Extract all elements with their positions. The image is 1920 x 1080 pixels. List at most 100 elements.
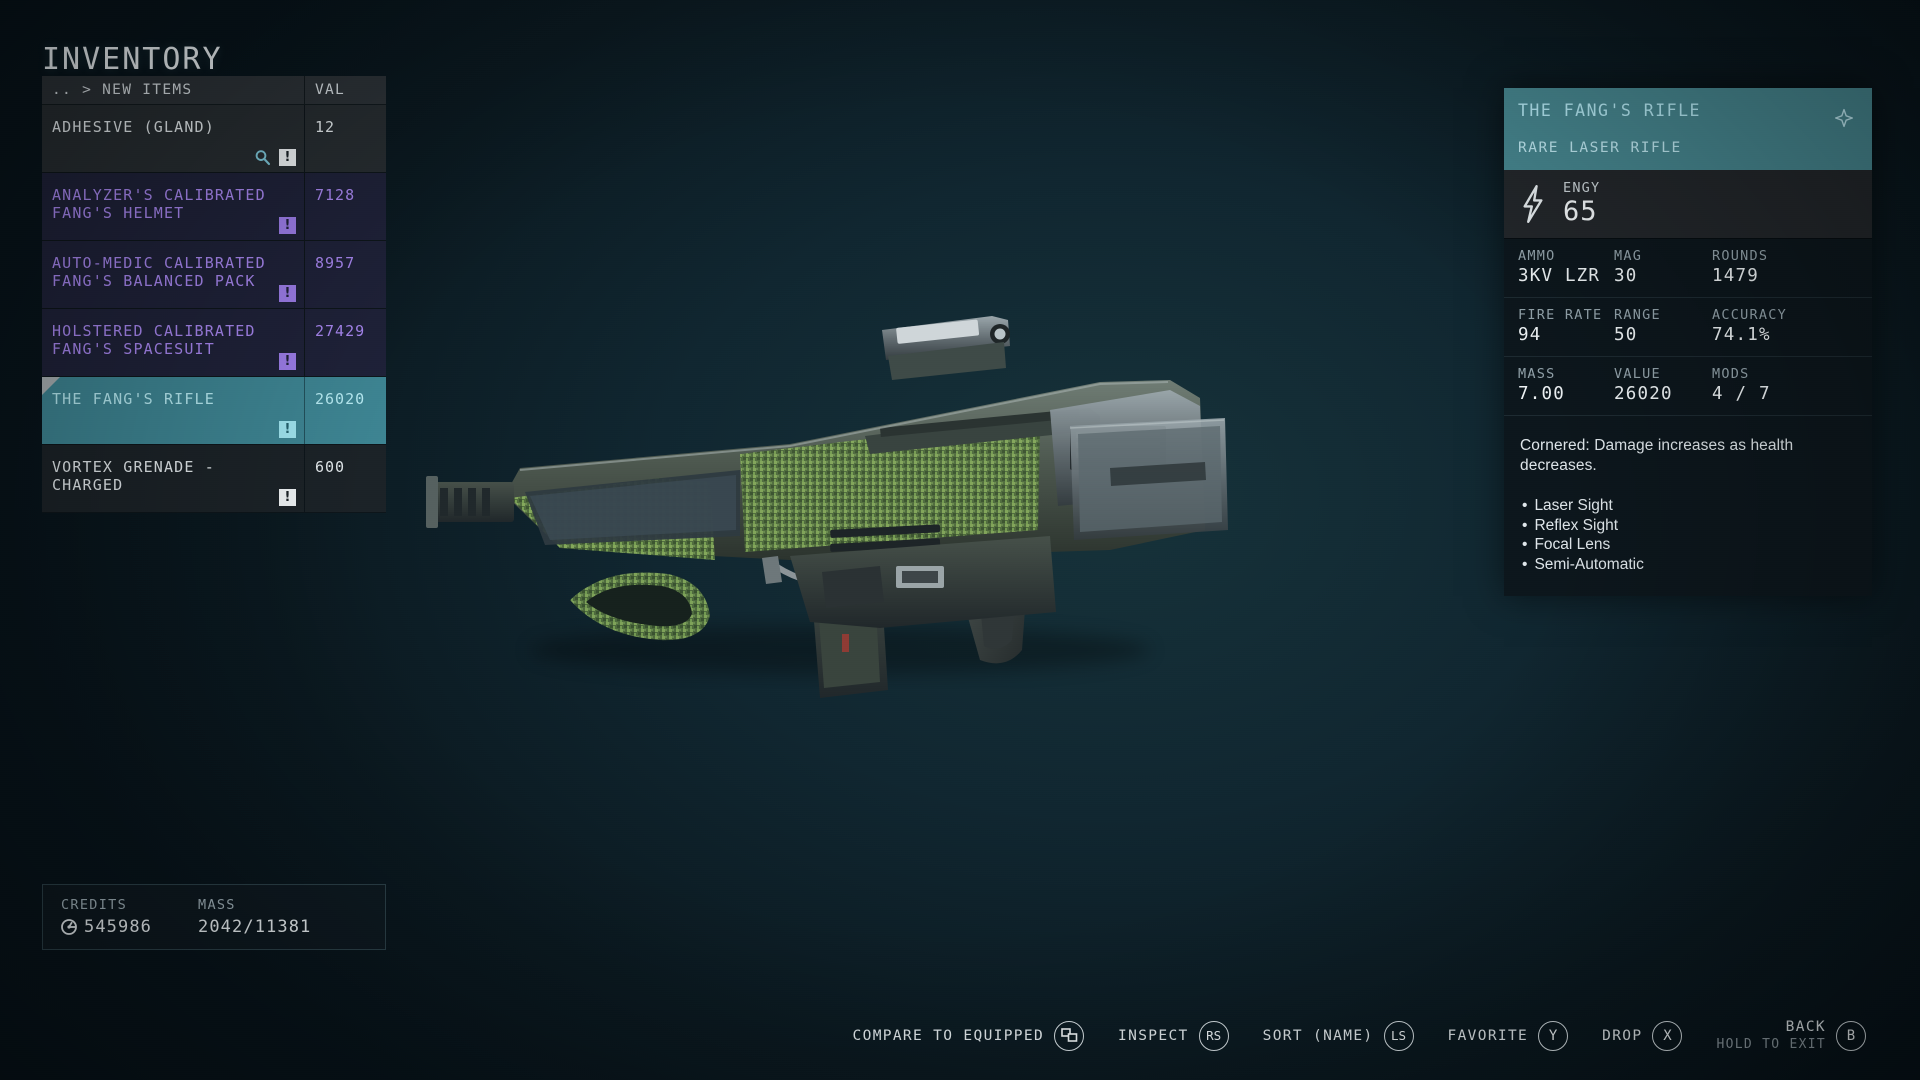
stat-value: 94	[1518, 325, 1542, 345]
bullet-icon: •	[1522, 536, 1528, 553]
stats-grid: AMMO 3KV LZR MAG 30 ROUNDS 1479 FIRE RATE 94 RAN…	[1504, 239, 1872, 416]
item-name: AUTO-MEDIC CALIBRATED FANG'S BALANCED PA…	[52, 254, 266, 290]
stat-row: FIRE RATE 94 RANGE 50 ACCURACY 74.1%	[1504, 298, 1872, 357]
bullet-icon: •	[1522, 516, 1528, 534]
energy-bolt-icon	[1523, 184, 1543, 223]
prompt-drop[interactable]: DROP X	[1602, 1020, 1683, 1051]
table-row[interactable]: VORTEX GRENADE - CHARGED! 600	[42, 445, 386, 513]
prompt-label: DROP	[1602, 1027, 1643, 1044]
stat-label: MODS	[1712, 366, 1750, 382]
stat-label: ACCURACY	[1712, 307, 1788, 323]
prompt-label-wrap: BACK HOLD TO EXIT	[1716, 1019, 1826, 1052]
compare-windows-icon	[1060, 1028, 1077, 1042]
column-header-value[interactable]: VAL	[304, 76, 386, 104]
item-name-cell: AUTO-MEDIC CALIBRATED FANG'S BALANCED PA…	[42, 241, 304, 308]
new-item-badge: !	[279, 489, 296, 506]
damage-type-label: ENGY	[1563, 180, 1601, 196]
item-name-cell: ANALYZER'S CALIBRATED FANG'S HELMET!	[42, 173, 304, 240]
prompt-sort-name[interactable]: SORT (NAME) LS	[1263, 1020, 1414, 1051]
item-value: 600	[315, 458, 346, 476]
stat-label: VALUE	[1614, 366, 1661, 382]
stat-value: 50	[1614, 325, 1638, 345]
item-name: ADHESIVE (GLAND)	[52, 118, 215, 136]
row-badges: !	[279, 421, 296, 438]
mod-name: Semi-Automatic	[1534, 555, 1644, 573]
stat-cell: ACCURACY 74.1%	[1712, 307, 1787, 345]
damage-value: 65	[1563, 196, 1598, 227]
table-row[interactable]: AUTO-MEDIC CALIBRATED FANG'S BALANCED PA…	[42, 241, 386, 309]
prompt-button-b[interactable]: B	[1836, 1020, 1866, 1051]
item-name: HOLSTERED CALIBRATED FANG'S SPACESUIT	[52, 322, 256, 358]
prompt-compare-to-equipped[interactable]: COMPARE TO EQUIPPED	[853, 1020, 1085, 1051]
mod-name: Laser Sight	[1534, 497, 1613, 514]
stat-value: 3KV LZR	[1518, 266, 1601, 286]
prompt-button-x[interactable]: X	[1652, 1020, 1683, 1051]
stat-cell: MASS 7.00	[1518, 366, 1614, 404]
row-badges: !	[254, 149, 296, 166]
prompt-label: INSPECT	[1118, 1027, 1189, 1044]
prompt-back[interactable]: BACK HOLD TO EXIT B	[1716, 1019, 1866, 1052]
item-value-cell: 27429	[304, 309, 386, 376]
item-name: ANALYZER'S CALIBRATED FANG'S HELMET	[52, 186, 266, 222]
mass-value: 2042/11381	[198, 917, 312, 937]
stat-cell: MAG 30	[1614, 248, 1712, 286]
table-row[interactable]: THE FANG'S RIFLE! 26020	[42, 377, 386, 445]
prompt-label-wrap: SORT (NAME)	[1263, 1028, 1374, 1044]
row-badges: !	[279, 285, 296, 302]
prompt-button-view-icon[interactable]	[1054, 1020, 1085, 1051]
prompt-button-y[interactable]: Y	[1538, 1020, 1569, 1051]
screen-root: INVENTORY .. > NEW ITEMS VAL ADHESIVE (G…	[0, 0, 1920, 1080]
table-row[interactable]: HOLSTERED CALIBRATED FANG'S SPACESUIT! 27…	[42, 309, 386, 377]
row-badges: !	[279, 353, 296, 370]
prompt-label-wrap: COMPARE TO EQUIPPED	[853, 1028, 1045, 1044]
prompt-favorite[interactable]: FAVORITE Y	[1447, 1020, 1569, 1051]
stat-cell: RANGE 50	[1614, 307, 1712, 345]
stat-value: 7.00	[1518, 384, 1565, 404]
stat-label: RANGE	[1614, 307, 1661, 323]
prompt-button-rs[interactable]: RS	[1198, 1020, 1229, 1051]
list-header: .. > NEW ITEMS VAL	[42, 76, 386, 105]
table-row[interactable]: ANALYZER'S CALIBRATED FANG'S HELMET! 7128	[42, 173, 386, 241]
prompt-label: FAVORITE	[1447, 1027, 1529, 1044]
stat-cell: AMMO 3KV LZR	[1518, 248, 1614, 286]
weapon-render-svg	[426, 316, 1228, 698]
selection-corner-marker	[42, 377, 60, 395]
prompt-label-wrap: INSPECT	[1118, 1028, 1189, 1044]
stat-value: 26020	[1614, 384, 1673, 404]
prompt-inspect[interactable]: INSPECT RS	[1118, 1020, 1229, 1051]
stat-cell: VALUE 26020	[1614, 366, 1712, 404]
item-name-cell: HOLSTERED CALIBRATED FANG'S SPACESUIT!	[42, 309, 304, 376]
new-item-badge: !	[279, 217, 296, 234]
stat-cell: ROUNDS 1479	[1712, 248, 1768, 286]
mass-block: MASS 2042/11381	[152, 897, 311, 937]
item-value: 12	[315, 118, 336, 136]
installed-mods-list: • Laser Sight • Reflex Sight • Focal Lens • Sem…	[1504, 480, 1872, 596]
detail-item-name: THE FANG'S RIFLE	[1518, 101, 1701, 120]
mod-list-item: • Focal Lens	[1522, 535, 1856, 555]
credit-coin-icon	[61, 919, 77, 935]
weapon-preview	[410, 230, 1250, 700]
item-value: 7128	[315, 186, 356, 204]
bullet-icon: •	[1522, 555, 1528, 573]
prompt-button-ls[interactable]: LS	[1383, 1020, 1414, 1051]
column-header-name[interactable]: .. > NEW ITEMS	[42, 76, 304, 104]
table-row[interactable]: ADHESIVE (GLAND)! 12	[42, 105, 386, 173]
item-name: VORTEX GRENADE - CHARGED	[52, 458, 215, 494]
item-value: 8957	[315, 254, 356, 272]
stat-label: AMMO	[1518, 248, 1556, 264]
new-item-badge: !	[279, 421, 296, 438]
new-item-badge: !	[279, 285, 296, 302]
mod-name: Reflex Sight	[1534, 516, 1619, 534]
item-name-cell: VORTEX GRENADE - CHARGED!	[42, 445, 304, 512]
inventory-list: .. > NEW ITEMS VAL ADHESIVE (GLAND)! 12 AN…	[42, 76, 386, 513]
new-item-badge: !	[279, 353, 296, 370]
stat-cell: FIRE RATE 94	[1518, 307, 1614, 345]
prompt-label: BACK	[1785, 1019, 1826, 1035]
four-point-star-icon[interactable]	[1834, 108, 1854, 128]
button-prompt-bar: COMPARE TO EQUIPPED INSPECT RS SORT (NAME) L…	[0, 1019, 1920, 1052]
bullet-icon: •	[1522, 497, 1528, 514]
item-name: THE FANG'S RIFLE	[52, 390, 215, 408]
item-value: 26020	[315, 390, 366, 408]
credits-value: 545986	[84, 917, 153, 937]
page-title: INVENTORY	[42, 42, 223, 77]
